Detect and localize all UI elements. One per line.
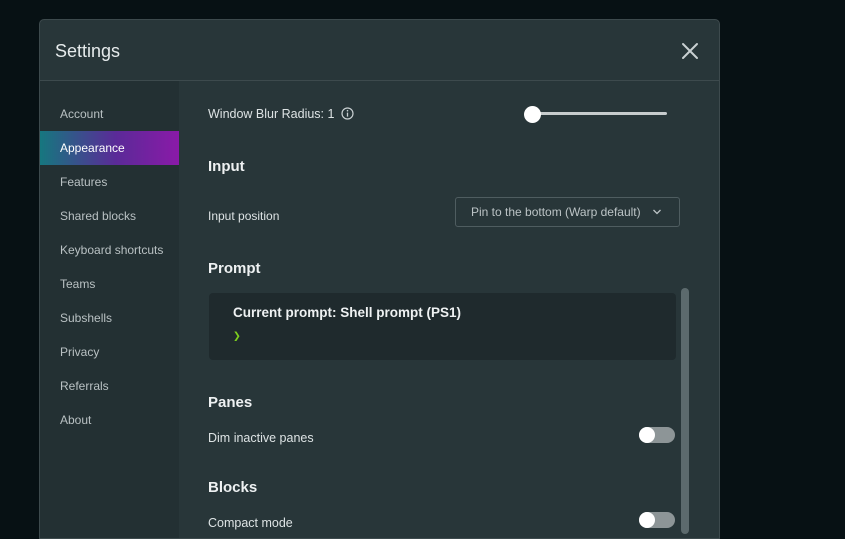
settings-content: Window Blur Radius: 1 Input Input positi… xyxy=(179,81,719,538)
dim-inactive-panes-toggle[interactable] xyxy=(639,427,675,443)
toggle-knob xyxy=(639,512,655,528)
sidebar-item-subshells[interactable]: Subshells xyxy=(40,301,179,335)
chevron-down-icon xyxy=(653,209,661,215)
dim-inactive-panes-label: Dim inactive panes xyxy=(208,431,314,445)
sidebar-item-teams[interactable]: Teams xyxy=(40,267,179,301)
sidebar-item-keyboard-shortcuts[interactable]: Keyboard shortcuts xyxy=(40,233,179,267)
title-bar: Settings xyxy=(40,20,719,81)
settings-window: Settings Account Appearance Features Sha… xyxy=(39,19,720,539)
sidebar-item-shared-blocks[interactable]: Shared blocks xyxy=(40,199,179,233)
input-section-title: Input xyxy=(208,158,245,175)
compact-mode-label: Compact mode xyxy=(208,516,293,530)
sidebar-item-appearance[interactable]: Appearance xyxy=(40,131,179,165)
prompt-section-title: Prompt xyxy=(208,260,261,277)
window-blur-label: Window Blur Radius: 1 xyxy=(208,107,335,121)
close-icon xyxy=(682,43,698,59)
window-blur-slider-thumb[interactable] xyxy=(524,106,541,123)
toggle-knob xyxy=(639,427,655,443)
input-position-dropdown[interactable]: Pin to the bottom (Warp default) xyxy=(455,197,680,227)
blocks-section-title: Blocks xyxy=(208,479,258,496)
sidebar-item-privacy[interactable]: Privacy xyxy=(40,335,179,369)
current-prompt-label: Current prompt: Shell prompt (PS1) xyxy=(233,305,462,320)
input-position-label: Input position xyxy=(208,209,280,223)
sidebar-item-account[interactable]: Account xyxy=(40,97,179,131)
close-button[interactable] xyxy=(679,40,701,62)
prompt-preview-glyph: ❯ xyxy=(233,329,241,344)
sidebar-item-referrals[interactable]: Referrals xyxy=(40,369,179,403)
input-position-value: Pin to the bottom (Warp default) xyxy=(471,205,641,219)
sidebar-item-features[interactable]: Features xyxy=(40,165,179,199)
compact-mode-toggle[interactable] xyxy=(639,512,675,528)
current-prompt-card[interactable]: Current prompt: Shell prompt (PS1) ❯ xyxy=(209,293,676,360)
panes-section-title: Panes xyxy=(208,394,253,411)
window-blur-row: Window Blur Radius: 1 xyxy=(208,107,354,121)
info-icon[interactable] xyxy=(341,107,354,120)
window-title: Settings xyxy=(55,41,121,61)
content-scrollbar[interactable] xyxy=(681,288,689,534)
window-blur-slider-track[interactable] xyxy=(534,112,667,115)
sidebar-item-about[interactable]: About xyxy=(40,403,179,437)
settings-sidebar: Account Appearance Features Shared block… xyxy=(40,81,179,538)
